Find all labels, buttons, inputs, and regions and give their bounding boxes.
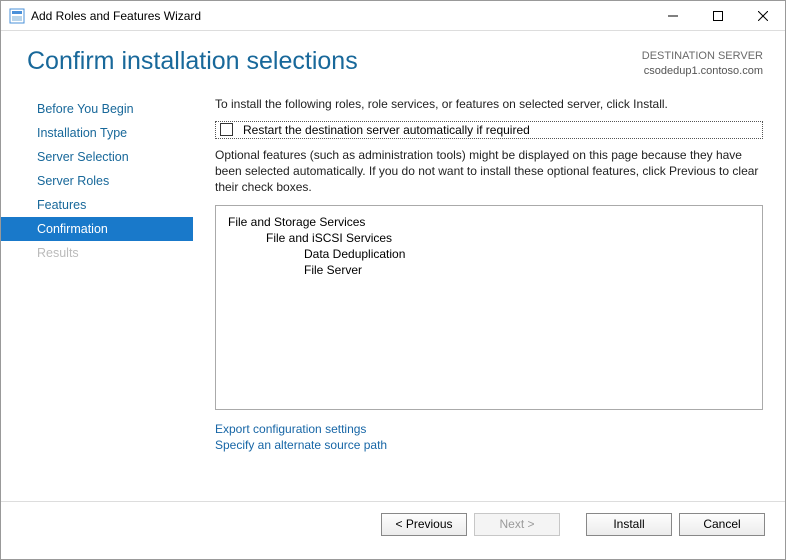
tree-node-data-dedup: Data Deduplication — [228, 247, 750, 261]
restart-checkbox-label: Restart the destination server automatic… — [243, 123, 530, 137]
destination-label: DESTINATION SERVER — [642, 49, 763, 64]
previous-button[interactable]: < Previous — [381, 513, 467, 536]
nav-results: Results — [1, 241, 193, 265]
tree-node-file-iscsi: File and iSCSI Services — [228, 231, 750, 245]
restart-checkbox[interactable] — [220, 123, 233, 136]
header: Confirm installation selections DESTINAT… — [1, 31, 785, 81]
tree-node-file-server: File Server — [228, 263, 750, 277]
tree-node-file-storage: File and Storage Services — [228, 215, 750, 229]
app-icon — [9, 8, 25, 24]
main: Before You Begin Installation Type Serve… — [1, 81, 785, 501]
maximize-button[interactable] — [695, 1, 740, 30]
links-area: Export configuration settings Specify an… — [215, 410, 763, 452]
nav-server-roles[interactable]: Server Roles — [1, 169, 193, 193]
nav-before-you-begin[interactable]: Before You Begin — [1, 97, 193, 121]
window-title: Add Roles and Features Wizard — [31, 9, 650, 23]
close-button[interactable] — [740, 1, 785, 30]
nav-confirmation[interactable]: Confirmation — [1, 217, 193, 241]
nav-features[interactable]: Features — [1, 193, 193, 217]
destination-block: DESTINATION SERVER csodedup1.contoso.com — [642, 47, 763, 79]
page-title: Confirm installation selections — [27, 47, 358, 76]
intro-text: To install the following roles, role ser… — [215, 97, 763, 111]
wizard-nav: Before You Begin Installation Type Serve… — [1, 87, 193, 501]
destination-value: csodedup1.contoso.com — [642, 64, 763, 79]
optional-features-note: Optional features (such as administratio… — [215, 147, 763, 196]
minimize-button[interactable] — [650, 1, 695, 30]
selected-features-box: File and Storage Services File and iSCSI… — [215, 205, 763, 410]
link-export-config[interactable]: Export configuration settings — [215, 422, 763, 436]
restart-checkbox-row[interactable]: Restart the destination server automatic… — [215, 121, 763, 139]
install-button[interactable]: Install — [586, 513, 672, 536]
nav-installation-type[interactable]: Installation Type — [1, 121, 193, 145]
link-alternate-source[interactable]: Specify an alternate source path — [215, 438, 763, 452]
titlebar: Add Roles and Features Wizard — [1, 1, 785, 31]
button-bar: < Previous Next > Install Cancel — [1, 501, 785, 547]
nav-server-selection[interactable]: Server Selection — [1, 145, 193, 169]
next-button: Next > — [474, 513, 560, 536]
cancel-button[interactable]: Cancel — [679, 513, 765, 536]
content: To install the following roles, role ser… — [193, 87, 785, 501]
